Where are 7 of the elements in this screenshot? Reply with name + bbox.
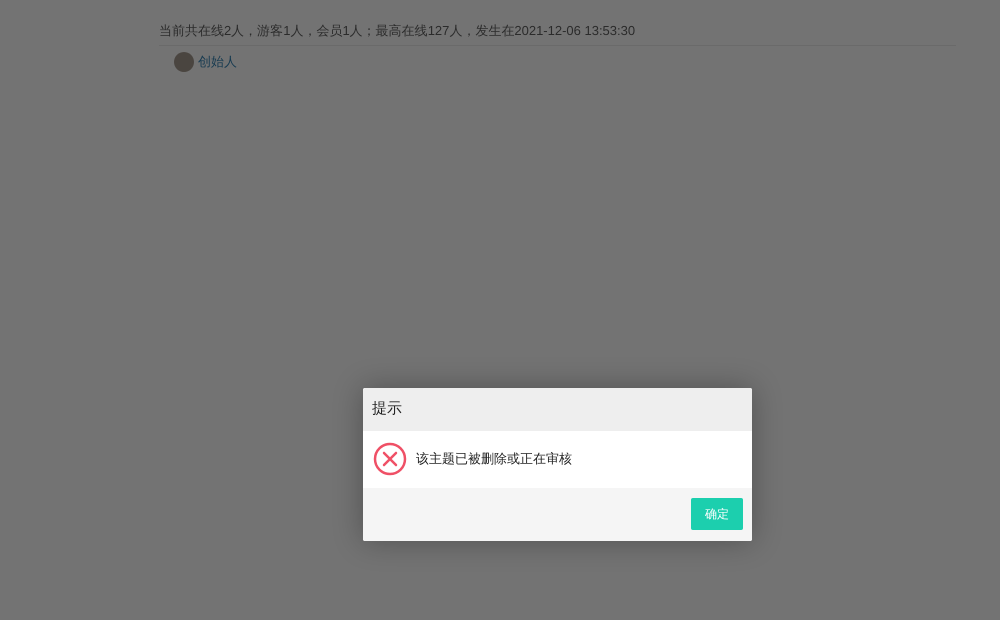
online-stats-text: 当前共在线2人，游客1人，会员1人；最高在线127人，发生在2021-12-06 13:53:30 bbox=[159, 21, 956, 46]
avatar-icon bbox=[174, 52, 194, 72]
dialog-message: 该主题已被删除或正在审核 bbox=[416, 450, 572, 468]
error-icon bbox=[373, 442, 407, 476]
dialog-title: 提示 bbox=[372, 398, 402, 419]
confirm-button[interactable]: 确定 bbox=[691, 498, 743, 530]
member-link[interactable]: 创始人 bbox=[198, 52, 237, 72]
